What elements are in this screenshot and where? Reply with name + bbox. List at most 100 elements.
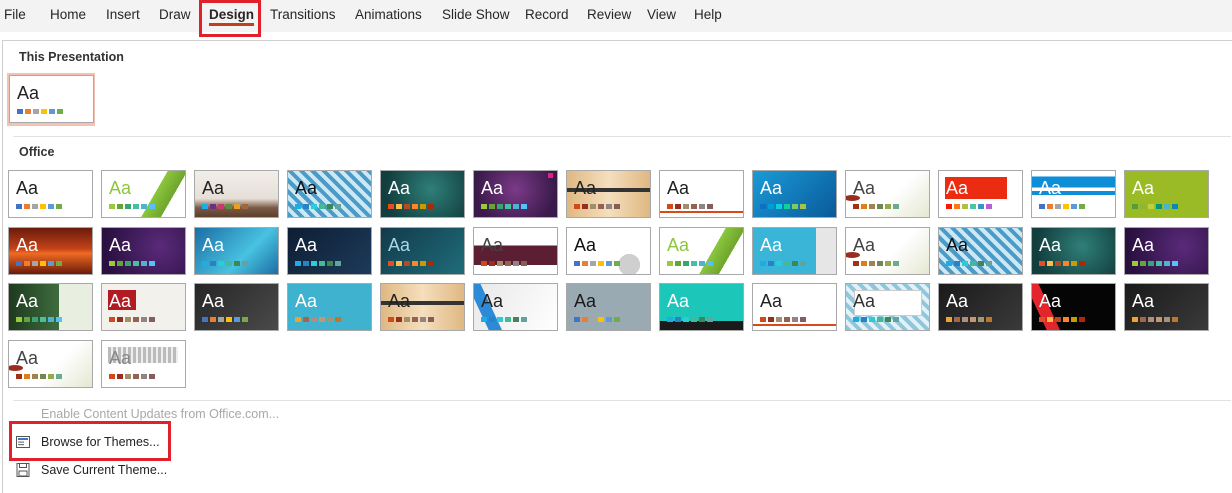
color-swatch	[877, 261, 883, 266]
theme-vapor[interactable]: Aa	[1124, 283, 1209, 331]
color-swatch	[149, 204, 155, 209]
color-swatch	[505, 204, 511, 209]
theme-color-swatches	[853, 204, 899, 209]
theme-office-theme[interactable]: Aa	[8, 170, 93, 218]
tab-animations[interactable]: Animations	[355, 0, 422, 32]
color-swatch	[1055, 261, 1061, 266]
theme-ion-boardroom[interactable]: Aa	[287, 170, 372, 218]
tab-draw[interactable]: Draw	[159, 0, 191, 32]
color-swatch	[125, 204, 131, 209]
theme-quotable[interactable]: Aa	[752, 227, 837, 275]
theme-retrospect[interactable]: Aa	[566, 170, 651, 218]
color-swatch	[667, 317, 673, 322]
color-swatch	[707, 204, 713, 209]
save-current-theme-label: Save Current Theme...	[41, 463, 168, 477]
save-current-theme-button[interactable]: Save Current Theme...	[16, 463, 168, 477]
theme-sample-text: Aa	[109, 291, 132, 311]
theme-mesh-frame[interactable]: Aa	[845, 283, 930, 331]
color-swatch	[1055, 317, 1061, 322]
tab-insert[interactable]: Insert	[106, 0, 140, 32]
tab-home[interactable]: Home	[50, 0, 86, 32]
theme-berlin[interactable]: Aa	[938, 170, 1023, 218]
color-swatch	[598, 261, 604, 266]
color-swatch	[234, 261, 240, 266]
theme-green-solid[interactable]: Aa	[1124, 170, 1209, 218]
tab-slide-show[interactable]: Slide Show	[442, 0, 510, 32]
color-swatch	[16, 374, 22, 379]
color-swatch	[16, 204, 22, 209]
theme-sample-text: Aa	[202, 235, 225, 255]
theme-vapor-trail[interactable]: Aa	[101, 227, 186, 275]
theme-circuit[interactable]: Aa	[566, 227, 651, 275]
tab-help[interactable]: Help	[694, 0, 722, 32]
color-swatch	[396, 204, 402, 209]
color-swatch	[1156, 317, 1162, 322]
theme-ion-teal[interactable]: Aa	[380, 227, 465, 275]
theme-color-swatches	[667, 204, 713, 209]
theme-depth[interactable]: Aa	[473, 283, 558, 331]
color-swatch	[707, 317, 713, 322]
color-swatch	[877, 317, 883, 322]
tab-file[interactable]: File	[4, 0, 26, 32]
theme-slice-light[interactable]: Aa	[659, 170, 744, 218]
theme-parallax[interactable]: Aa	[8, 283, 93, 331]
theme-ion[interactable]: Aa	[380, 170, 465, 218]
theme-savon[interactable]: Aa	[473, 227, 558, 275]
color-swatch	[861, 204, 867, 209]
theme-badge[interactable]: Aa	[101, 283, 186, 331]
color-swatch	[1079, 317, 1085, 322]
color-swatch	[420, 317, 426, 322]
theme-celestial[interactable]: Aa	[194, 227, 279, 275]
theme-sample-text: Aa	[574, 235, 597, 255]
color-swatch	[986, 261, 992, 266]
theme-ion-dark[interactable]: Aa	[1031, 227, 1116, 275]
color-swatch	[210, 261, 216, 266]
theme-facet[interactable]: Aa	[101, 170, 186, 218]
theme-metropolitan[interactable]: Aa	[938, 283, 1023, 331]
theme-view[interactable]: Aa	[1031, 283, 1116, 331]
theme-headlines[interactable]: Aa	[659, 283, 744, 331]
theme-pattern-blue[interactable]: Aa	[938, 227, 1023, 275]
color-swatch	[582, 204, 588, 209]
color-swatch	[1047, 261, 1053, 266]
theme-wisp-blue[interactable]: Aa	[752, 170, 837, 218]
theme-wisp[interactable]: Aa	[845, 170, 930, 218]
theme-organic-purple[interactable]: Aa	[473, 170, 558, 218]
theme-main-event[interactable]: Aa	[752, 283, 837, 331]
color-swatch	[295, 204, 301, 209]
tab-transitions[interactable]: Transitions	[270, 0, 336, 32]
color-swatch	[1039, 204, 1045, 209]
tab-record[interactable]: Record	[525, 0, 569, 32]
theme-banded[interactable]: Aa	[1031, 170, 1116, 218]
color-swatch	[202, 317, 208, 322]
theme-frame[interactable]: Aa	[287, 283, 372, 331]
color-swatch	[48, 317, 54, 322]
color-swatch	[606, 204, 612, 209]
theme-basis[interactable]: Aa	[194, 283, 279, 331]
color-swatch	[109, 374, 115, 379]
tab-view[interactable]: View	[647, 0, 676, 32]
theme-facet-green[interactable]: Aa	[659, 227, 744, 275]
color-swatch	[242, 317, 248, 322]
theme-orange-bands[interactable]: Aa	[8, 227, 93, 275]
color-swatch	[57, 109, 63, 114]
color-swatch	[32, 261, 38, 266]
theme-crop[interactable]: Aa	[380, 283, 465, 331]
theme-sample-text: Aa	[295, 178, 318, 198]
tab-review[interactable]: Review	[587, 0, 631, 32]
theme-dividend[interactable]: Aa	[845, 227, 930, 275]
theme-wood-type[interactable]: Aa	[8, 340, 93, 388]
theme-color-swatches	[760, 317, 806, 322]
theme-current-theme[interactable]: Aa	[9, 75, 94, 123]
color-swatch	[776, 261, 782, 266]
theme-gallery[interactable]: Aa	[566, 283, 651, 331]
theme-mesh[interactable]: Aa	[1124, 227, 1209, 275]
theme-woodtype-stamp[interactable]: Aa	[101, 340, 186, 388]
color-swatch	[760, 204, 766, 209]
theme-slice-dark[interactable]: Aa	[287, 227, 372, 275]
save-theme-icon	[16, 463, 30, 477]
color-swatch	[667, 261, 673, 266]
theme-color-swatches	[1039, 261, 1085, 266]
theme-integral[interactable]: Aa	[194, 170, 279, 218]
color-swatch	[962, 317, 968, 322]
